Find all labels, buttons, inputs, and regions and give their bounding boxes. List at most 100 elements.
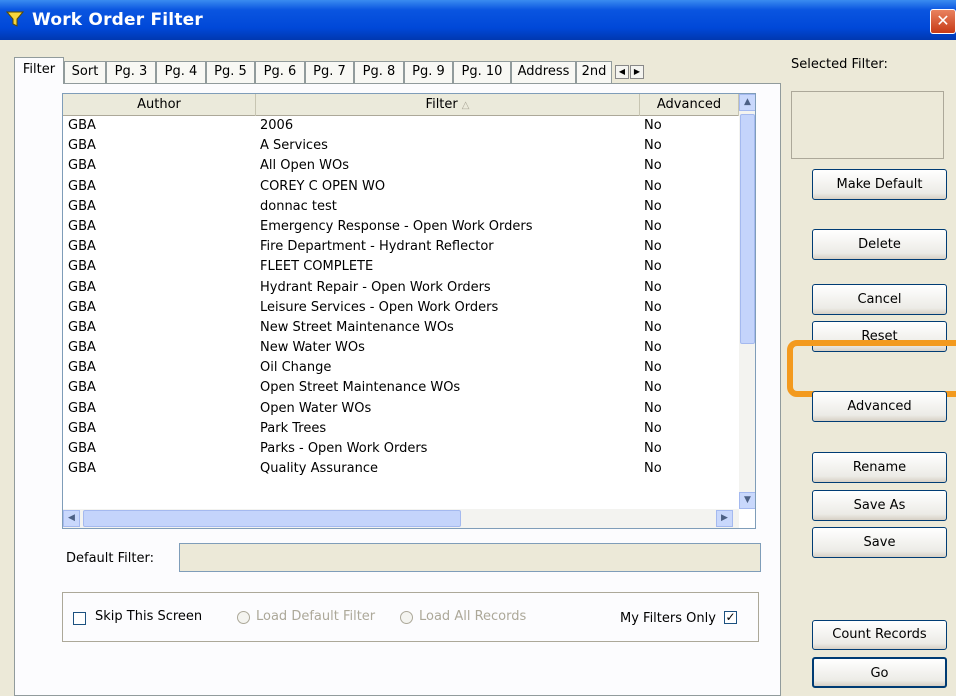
vertical-scrollbar[interactable]: ▲ ▼ xyxy=(739,94,755,509)
author-cell: GBA xyxy=(68,158,96,174)
tab-pg-3[interactable]: Pg. 3 xyxy=(106,61,156,83)
load-default-label: Load Default Filter xyxy=(256,609,376,624)
scroll-down-icon[interactable]: ▼ xyxy=(739,492,755,509)
vertical-scroll-thumb[interactable] xyxy=(740,114,755,344)
advanced-cell: No xyxy=(644,380,662,396)
tab-pg-10[interactable]: Pg. 10 xyxy=(453,61,511,83)
table-row[interactable]: GBA Hydrant Repair - Open Work Orders No xyxy=(63,278,739,298)
load-all-label: Load All Records xyxy=(419,609,527,624)
table-row[interactable]: GBA Quality Assurance No xyxy=(63,459,739,479)
author-cell: GBA xyxy=(68,319,96,335)
default-filter-field xyxy=(179,543,761,572)
table-row[interactable]: GBA All Open WOs No xyxy=(63,156,739,176)
my-filters-only-label: My Filters Only xyxy=(620,611,716,626)
filter-name-cell: New Street Maintenance WOs xyxy=(260,319,454,335)
table-row[interactable]: GBA A Services No xyxy=(63,136,739,156)
advanced-cell: No xyxy=(644,319,662,335)
advanced-cell: No xyxy=(644,178,662,194)
author-cell: GBA xyxy=(68,279,96,295)
skip-screen-checkbox[interactable] xyxy=(73,612,86,625)
delete-button[interactable]: Delete xyxy=(812,229,947,260)
filter-name-cell: Parks - Open Work Orders xyxy=(260,441,428,456)
load-all-radio[interactable] xyxy=(400,611,413,624)
grid-header: Author Filter △ Advanced xyxy=(63,94,739,116)
tab-pg-7[interactable]: Pg. 7 xyxy=(305,61,354,83)
make-default-button[interactable]: Make Default xyxy=(812,169,947,200)
filter-name-cell: A Services xyxy=(260,138,328,154)
selected-filter-label: Selected Filter: xyxy=(791,57,888,72)
filter-name-cell: Hydrant Repair - Open Work Orders xyxy=(260,279,491,295)
tab-2nd[interactable]: 2nd xyxy=(576,61,612,83)
advanced-cell: No xyxy=(644,400,662,416)
table-row[interactable]: GBA Emergency Response - Open Work Orders… xyxy=(63,217,739,237)
window-title: Work Order Filter xyxy=(32,10,203,30)
table-row[interactable]: GBA Park Trees No xyxy=(63,419,739,439)
funnel-icon xyxy=(6,11,24,27)
table-row[interactable]: GBA New Street Maintenance WOs No xyxy=(63,318,739,338)
filter-name-cell: Fire Department - Hydrant Reflector xyxy=(260,239,494,255)
table-row[interactable]: GBA Fire Department - Hydrant Reflector No xyxy=(63,237,739,257)
table-row[interactable]: GBA COREY C OPEN WO No xyxy=(63,177,739,197)
tab-pg-8[interactable]: Pg. 8 xyxy=(354,61,404,83)
tab-pg-9[interactable]: Pg. 9 xyxy=(404,61,453,83)
advanced-button[interactable]: Advanced xyxy=(812,391,947,422)
author-cell: GBA xyxy=(68,441,96,456)
advanced-cell: No xyxy=(644,158,662,174)
table-row[interactable]: GBA Leisure Services - Open Work Orders No xyxy=(63,298,739,318)
filter-name-cell: Leisure Services - Open Work Orders xyxy=(260,299,499,315)
selected-filter-field xyxy=(791,91,944,159)
advanced-cell: No xyxy=(644,299,662,315)
table-row[interactable]: GBA 2006 No xyxy=(63,116,739,136)
column-header-author[interactable]: Author xyxy=(63,94,256,116)
tab-filter[interactable]: Filter xyxy=(14,57,64,84)
advanced-cell: No xyxy=(644,218,662,234)
author-cell: GBA xyxy=(68,360,96,376)
close-button[interactable]: ✕ xyxy=(930,9,956,34)
rename-button[interactable]: Rename xyxy=(812,452,947,483)
save-as-button[interactable]: Save As xyxy=(812,490,947,521)
title-bar: Work Order Filter ✕ xyxy=(0,0,956,40)
skip-screen-label: Skip This Screen xyxy=(95,609,203,624)
table-row[interactable]: GBA Open Street Maintenance WOs No xyxy=(63,378,739,398)
author-cell: GBA xyxy=(68,138,96,154)
tab-sort[interactable]: Sort xyxy=(64,61,106,83)
horizontal-scrollbar[interactable]: ◀ ▶ xyxy=(63,509,739,528)
scroll-left-icon[interactable]: ◀ xyxy=(63,510,80,527)
table-row[interactable]: GBA Oil Change No xyxy=(63,358,739,378)
column-header-advanced[interactable]: Advanced xyxy=(640,94,739,116)
author-cell: GBA xyxy=(68,299,96,315)
filter-grid[interactable]: Author Filter △ Advanced GBA 2006 No GBA A Se… xyxy=(62,93,756,529)
tab-pg-5[interactable]: Pg. 5 xyxy=(206,61,255,83)
grid-rows: GBA 2006 No GBA A Services No GBA All Open WOs N… xyxy=(63,116,739,479)
table-row[interactable]: GBA Parks - Open Work Orders No xyxy=(63,439,739,459)
my-filters-only-checkbox[interactable]: ✓ xyxy=(724,611,737,624)
advanced-cell: No xyxy=(644,340,662,356)
filter-name-cell: Emergency Response - Open Work Orders xyxy=(260,218,533,234)
tab-pg-6[interactable]: Pg. 6 xyxy=(255,61,305,83)
advanced-cell: No xyxy=(644,259,662,275)
tab-scroll-right-icon[interactable]: ▶ xyxy=(630,65,644,79)
advanced-cell: No xyxy=(644,198,662,214)
author-cell: GBA xyxy=(68,420,96,436)
filter-name-cell: 2006 xyxy=(260,118,294,133)
author-cell: GBA xyxy=(68,178,96,194)
column-header-filter[interactable]: Filter △ xyxy=(256,94,640,116)
cancel-button[interactable]: Cancel xyxy=(812,284,947,315)
scroll-right-icon[interactable]: ▶ xyxy=(716,510,733,527)
author-cell: GBA xyxy=(68,340,96,356)
table-row[interactable]: GBA FLEET COMPLETE No xyxy=(63,257,739,277)
table-row[interactable]: GBA Open Water WOs No xyxy=(63,399,739,419)
scroll-up-icon[interactable]: ▲ xyxy=(739,94,755,111)
tab-pg-4[interactable]: Pg. 4 xyxy=(156,61,206,83)
go-button[interactable]: Go xyxy=(812,657,947,688)
tab-scroll-left-icon[interactable]: ◀ xyxy=(615,65,629,79)
table-row[interactable]: GBA donnac test No xyxy=(63,197,739,217)
filter-name-cell: Park Trees xyxy=(260,420,327,436)
advanced-cell: No xyxy=(644,279,662,295)
save-button[interactable]: Save xyxy=(812,527,947,558)
tab-address[interactable]: Address xyxy=(511,61,576,83)
horizontal-scroll-thumb[interactable] xyxy=(83,510,461,527)
count-records-button[interactable]: Count Records xyxy=(812,620,947,650)
load-default-radio[interactable] xyxy=(237,611,250,624)
table-row[interactable]: GBA New Water WOs No xyxy=(63,338,739,358)
